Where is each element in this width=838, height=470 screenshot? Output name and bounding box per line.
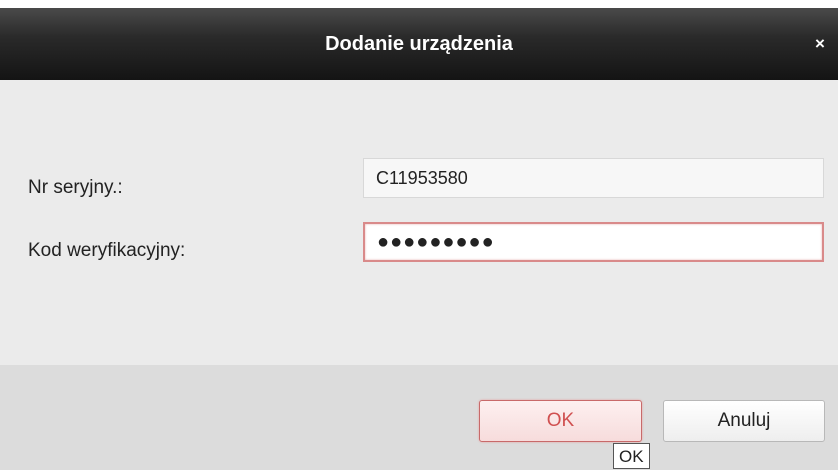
add-device-dialog: Dodanie urządzenia × Nr seryjny.: C11953… [0,0,838,470]
cancel-button[interactable]: Anuluj [663,400,825,442]
dialog-content: Nr seryjny.: C11953580 Kod weryfikacyjny… [0,80,838,365]
ok-tooltip: OK [613,443,650,469]
ok-button[interactable]: OK [479,400,642,442]
serial-number-label: Nr seryjny.: [28,177,123,198]
serial-number-field[interactable]: C11953580 [363,158,824,198]
close-icon[interactable]: × [810,34,830,54]
verification-code-label: Kod weryfikacyjny: [28,240,186,261]
verification-code-field[interactable]: ●●●●●●●●● [363,222,824,262]
dialog-footer: OK Anuluj [0,365,838,470]
top-strip [0,0,838,8]
dialog-title: Dodanie urządzenia [325,33,513,55]
title-bar[interactable]: Dodanie urządzenia × [0,8,838,80]
